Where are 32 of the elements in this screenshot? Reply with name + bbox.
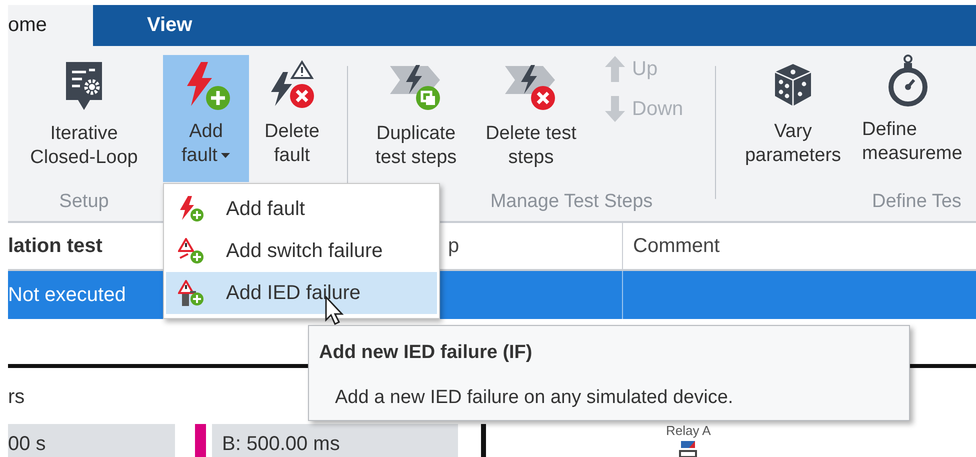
menu-item[interactable]: Add IED failure <box>166 272 437 314</box>
column-header[interactable]: Comment <box>622 223 976 269</box>
up-arrow-icon <box>604 55 626 83</box>
group-label: Setup <box>58 190 110 214</box>
delete-fault-button[interactable]: Delete fault <box>249 55 335 182</box>
ribbon-tab[interactable]: View <box>93 5 192 46</box>
vary-parameters-button[interactable]: Vary parameters <box>734 60 852 168</box>
section-heading: rs <box>8 385 25 409</box>
tooltip-title: Add new IED failure (IF) <box>319 341 534 365</box>
add-fault-button[interactable]: Add fault <box>163 55 249 182</box>
duplicate-test-steps-button[interactable]: Duplicate test steps <box>362 60 470 170</box>
group-label: Manage Test Steps <box>489 190 654 214</box>
time-marker <box>195 424 206 457</box>
stopwatch-icon <box>886 54 930 108</box>
status-cell-text: Not executed <box>8 283 126 308</box>
time-field[interactable]: 00 s <box>8 424 175 457</box>
relay-label: Relay A <box>666 424 711 438</box>
ribbon-tab[interactable]: ome <box>8 5 93 46</box>
add-switch-failure-icon <box>178 238 204 264</box>
down-arrow-icon <box>604 95 626 123</box>
group-label: Define Tes <box>871 190 962 214</box>
caret-icon <box>221 153 230 159</box>
define-measurement-button[interactable]: Define measureme <box>858 60 976 166</box>
delete-test-steps-button[interactable]: Delete test steps <box>474 60 588 170</box>
menu-item[interactable]: Add fault <box>166 188 437 230</box>
add-fault-icon <box>178 196 204 222</box>
menu-item[interactable]: Add switch failure <box>166 230 437 272</box>
time-field[interactable]: B: 500.00 ms <box>212 424 458 457</box>
tooltip-text: Add a new IED failure on any simulated device. <box>334 386 734 410</box>
add-ied-failure-icon <box>178 280 204 306</box>
settings-document-icon <box>64 60 104 112</box>
iterative-closed-loop-button[interactable]: Iterative Closed-Loop <box>8 60 160 170</box>
